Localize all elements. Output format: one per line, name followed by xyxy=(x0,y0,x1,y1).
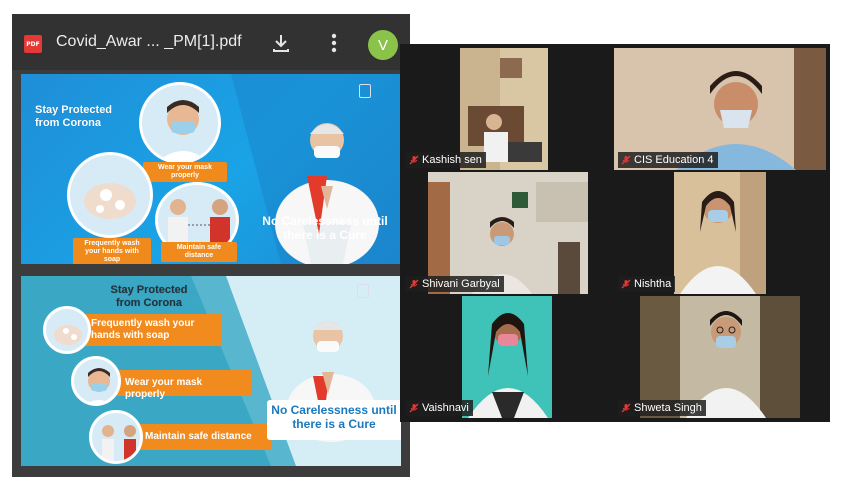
participant-name: Vaishnavi xyxy=(406,400,473,416)
screen: PDF Covid_Awar ... _PM[1].pdf V Stay Pro… xyxy=(0,0,842,477)
wear-mask-band: Wear your mask properly xyxy=(117,370,251,400)
poster-2-slogan-text: No Carelessness until there is a Cure xyxy=(271,403,397,431)
account-avatar[interactable]: V xyxy=(368,30,398,60)
poster-1-slogan: No Carelessness until there is a Cure xyxy=(262,214,388,242)
govt-emblem-icon xyxy=(359,84,371,98)
more-vert-icon[interactable] xyxy=(324,31,344,55)
participant-tile[interactable]: Nishtha xyxy=(614,172,826,294)
wash-hands-illustration xyxy=(43,306,91,354)
participant-tile[interactable]: Vaishnavi xyxy=(402,296,614,418)
pdf-file-icon: PDF xyxy=(24,35,42,53)
pdf-viewer: PDF Covid_Awar ... _PM[1].pdf V Stay Pro… xyxy=(12,14,410,477)
wash-hands-text: Frequently wash your hands with soap xyxy=(91,318,195,341)
safe-distance-illustration xyxy=(89,410,143,464)
wear-mask-illustration xyxy=(139,82,221,164)
participant-name-text: Kashish sen xyxy=(422,154,482,166)
mic-muted-icon xyxy=(621,403,631,413)
participant-video xyxy=(674,172,766,294)
wear-mask-illustration xyxy=(71,356,121,406)
wash-hands-band: Frequently wash your hands with soap xyxy=(85,314,221,346)
wash-hands-tag: Frequently wash your hands with soap xyxy=(73,238,151,264)
poster-2-slogan: No Carelessness until there is a Cure xyxy=(267,400,401,440)
mic-muted-icon xyxy=(409,155,419,165)
video-call-gallery: Kashish sen CIS Education 4 Shivani Garb… xyxy=(400,44,830,422)
safe-distance-tag: Maintain safe distance xyxy=(161,242,237,262)
mic-muted-icon xyxy=(621,279,631,289)
participant-name-text: Nishtha xyxy=(634,278,672,290)
poster-1-headline: Stay Protected from Corona xyxy=(35,104,113,129)
participant-name: Nishtha xyxy=(618,276,676,292)
participant-tile[interactable]: Shivani Garbyal xyxy=(402,172,614,294)
participant-tile[interactable]: Shweta Singh xyxy=(614,296,826,418)
wash-hands-illustration xyxy=(67,152,153,238)
participant-name-text: Shivani Garbyal xyxy=(422,278,500,290)
participant-name: CIS Education 4 xyxy=(618,152,718,168)
participant-name: Shivani Garbyal xyxy=(406,276,504,292)
safe-distance-text: Maintain safe distance xyxy=(145,431,252,442)
safe-distance-band: Maintain safe distance xyxy=(137,424,271,450)
participant-name: Shweta Singh xyxy=(618,400,706,416)
participant-name-text: Vaishnavi xyxy=(422,402,469,414)
pdf-page-1: Stay Protected from Corona Wear your mas… xyxy=(21,74,401,264)
mic-muted-icon xyxy=(409,279,419,289)
poster-2-headline: Stay Protected from Corona xyxy=(110,284,188,309)
govt-emblem-icon xyxy=(357,284,369,298)
wear-mask-tag: Wear your mask properly xyxy=(143,162,227,182)
mic-muted-icon xyxy=(409,403,419,413)
download-icon[interactable] xyxy=(270,32,292,54)
pdf-toolbar: PDF Covid_Awar ... _PM[1].pdf V xyxy=(12,14,410,70)
participant-tile[interactable]: Kashish sen xyxy=(402,48,614,170)
pdf-page-2: Stay Protected from Corona Frequently wa… xyxy=(21,276,401,466)
pdf-filename: Covid_Awar ... _PM[1].pdf xyxy=(56,33,242,50)
participant-name: Kashish sen xyxy=(406,152,486,168)
participant-video xyxy=(462,296,552,418)
participant-name-text: CIS Education 4 xyxy=(634,154,714,166)
participant-tile-active-speaker[interactable]: CIS Education 4 xyxy=(614,48,826,170)
mic-muted-icon xyxy=(621,155,631,165)
participant-name-text: Shweta Singh xyxy=(634,402,702,414)
